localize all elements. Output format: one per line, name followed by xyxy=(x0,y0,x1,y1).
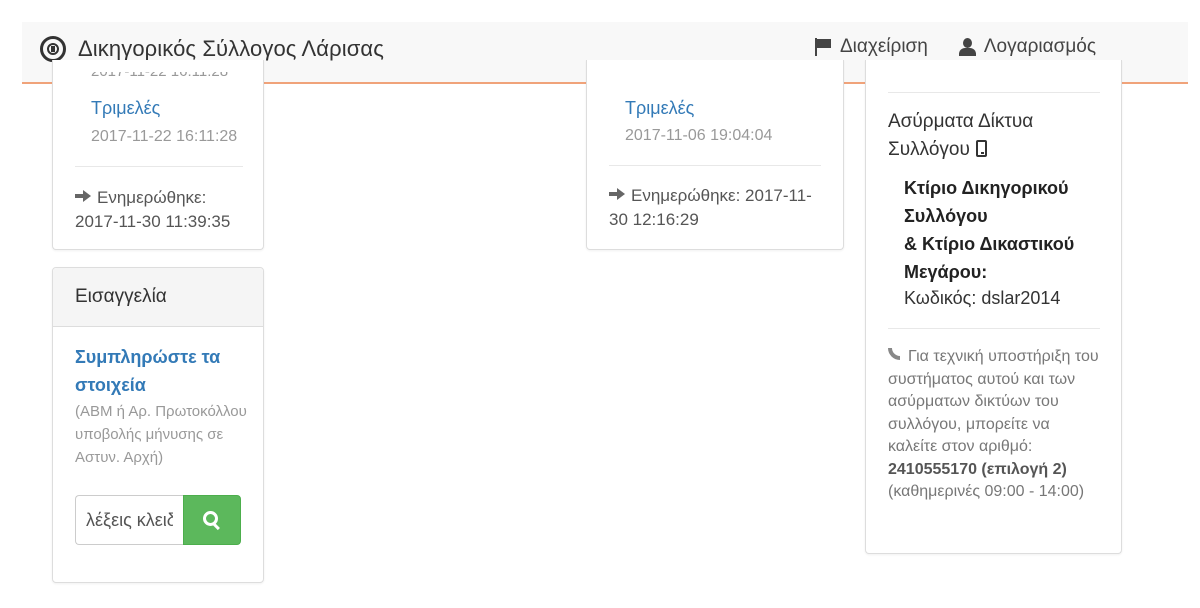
support-hours: (καθημερινές 09:00 - 14:00) xyxy=(888,483,1085,500)
case-card-left: 2017-11-22 16:11:28 Τριμελές 2017-11-22 … xyxy=(52,60,264,250)
support-text: Για τεχνική υποστήριξη του συστήματος αυ… xyxy=(888,348,1099,455)
arrow-right-icon xyxy=(75,190,91,202)
admin-link[interactable]: Διαχείριση xyxy=(814,36,928,58)
updated-info: Ενημερώθηκε: 2017-11-30 11:39:35 xyxy=(75,186,255,234)
panel-heading: Εισαγγελία xyxy=(53,268,263,327)
clipped-date: 2017-11-22 16:11:28 xyxy=(91,72,228,82)
fill-details-note: (ΑΒΜ ή Αρ. Πρωτοκόλλου υποβολής μήνυσης … xyxy=(75,403,247,466)
panel-heading-title: Εισαγγελία xyxy=(75,286,167,307)
case-date: 2017-11-06 19:04:04 xyxy=(625,127,773,144)
case-card-middle: Τριμελές 2017-11-06 19:04:04 Ενημερώθηκε… xyxy=(586,60,844,250)
case-tag-link[interactable]: Τριμελές xyxy=(91,98,160,119)
arrow-right-icon xyxy=(609,188,625,200)
mobile-phone-icon xyxy=(975,140,987,157)
fill-details-link[interactable]: Συμπληρώστε τα στοιχεία xyxy=(75,343,255,399)
support-info: Για τεχνική υποστήριξη του συστήματος αυ… xyxy=(888,346,1103,504)
updated-value: 2017-11-30 11:39:35 xyxy=(75,212,231,231)
account-link[interactable]: Λογαριασμός xyxy=(958,36,1096,58)
bar-association-logo-icon xyxy=(40,36,66,62)
case-date: 2017-11-22 16:11:28 xyxy=(91,128,238,145)
account-link-label: Λογαριασμός xyxy=(983,36,1096,57)
search-icon xyxy=(203,511,221,529)
updated-label: Ενημερώθηκε: xyxy=(97,188,207,207)
brand[interactable]: Δικηγορικός Σύλλογος Λάρισας xyxy=(40,36,384,62)
wifi-location-1: Κτίριο Δικηγορικού Συλλόγου xyxy=(904,178,1069,226)
wifi-panel: Ασύρματα Δίκτυα Συλλόγου Κτίριο Δικηγορι… xyxy=(865,60,1122,554)
search-form xyxy=(75,495,241,545)
updated-info: Ενημερώθηκε: 2017-11-30 12:16:29 xyxy=(609,184,829,232)
admin-link-label: Διαχείριση xyxy=(839,36,928,57)
divider xyxy=(75,166,243,167)
wifi-location-2: & Κτίριο Δικαστικού Μεγάρου: xyxy=(904,234,1075,282)
wifi-locations: Κτίριο Δικηγορικού Συλλόγου & Κτίριο Δικ… xyxy=(904,174,1114,286)
wifi-title-text: Ασύρματα Δίκτυα Συλλόγου xyxy=(888,111,1034,160)
case-tag-link[interactable]: Τριμελές xyxy=(625,98,694,119)
flag-icon xyxy=(814,38,832,56)
nav-right: Διαχείριση Λογαριασμός xyxy=(784,36,1096,58)
wifi-code: Κωδικός: dslar2014 xyxy=(904,288,1061,308)
divider xyxy=(888,328,1100,329)
updated-text: Ενημερώθηκε: 2017-11-30 12:16:29 xyxy=(609,186,812,229)
user-icon xyxy=(958,38,976,56)
support-number: 2410555170 (επιλογή 2) xyxy=(888,460,1067,478)
prosecution-panel: Εισαγγελία Συμπληρώστε τα στοιχεία (ΑΒΜ … xyxy=(52,267,264,583)
divider xyxy=(888,92,1100,93)
divider xyxy=(609,165,821,166)
brand-title[interactable]: Δικηγορικός Σύλλογος Λάρισας xyxy=(78,36,384,62)
search-button[interactable] xyxy=(183,495,241,545)
wifi-title: Ασύρματα Δίκτυα Συλλόγου xyxy=(888,108,1108,164)
phone-icon xyxy=(888,348,902,362)
search-input[interactable] xyxy=(75,495,183,545)
